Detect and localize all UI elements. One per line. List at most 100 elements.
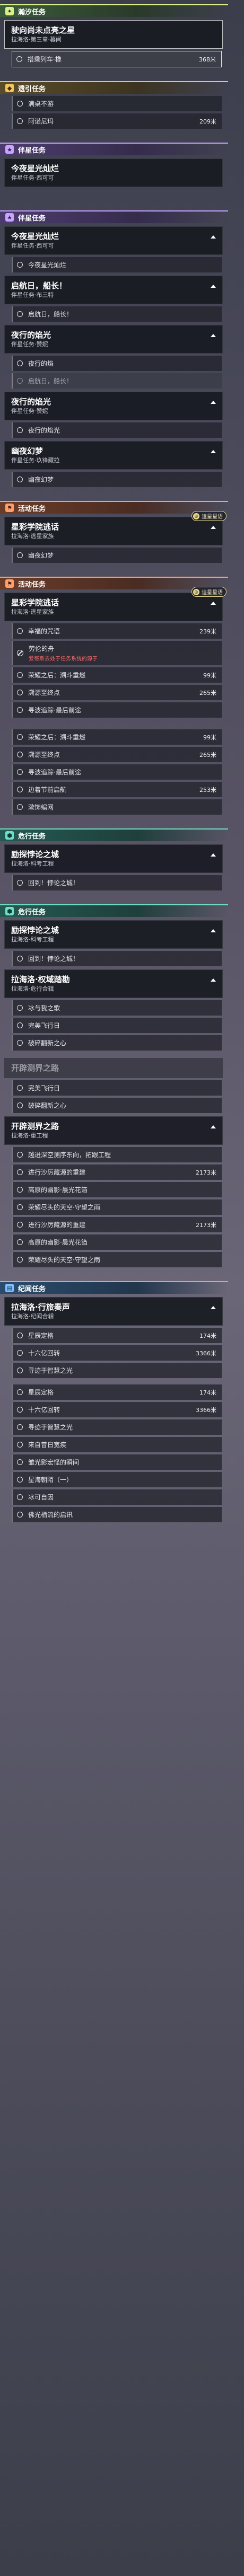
distance-label: 209米	[199, 118, 216, 125]
collapse-caret-icon[interactable]	[211, 526, 216, 529]
quest-title: 拉海洛·行旅奏声	[11, 1302, 70, 1312]
objective-item[interactable]: 满桌不游	[12, 96, 222, 111]
category-companion-quest[interactable]: ★ 伴星任务	[0, 208, 244, 223]
objective-circle-icon	[17, 1407, 23, 1413]
track-badge[interactable]: ◎ 追星星语	[191, 511, 226, 521]
quest-card[interactable]: 励探悖论之城 拉海洛·科考工程	[4, 844, 223, 873]
objective-circle-icon	[17, 101, 23, 107]
objective-item[interactable]: 十六亿回转 3366米	[12, 1345, 222, 1361]
collapse-caret-icon[interactable]	[211, 1125, 216, 1128]
objective-item[interactable]: 溯源至终点 265米	[12, 747, 222, 762]
objective-item[interactable]: 荣耀尽头的天空·守望之雨	[12, 1252, 222, 1267]
objective-item[interactable]: 荣耀之后：溯斗重燃 99米	[12, 667, 222, 683]
objective-item[interactable]: 星辰定格 174米	[12, 1384, 222, 1400]
collapse-caret-icon[interactable]	[211, 978, 216, 982]
objective-item[interactable]: 完美飞行日	[12, 1080, 222, 1096]
objective-text: 幽夜幻梦	[28, 552, 54, 559]
objective-item[interactable]: 夜行的焰光	[12, 422, 222, 438]
quest-card[interactable]: 今夜星光灿烂 伴星任务·西可可	[4, 158, 223, 187]
quest-card[interactable]: 启航日，船长！ 伴星任务·布三特	[4, 276, 223, 304]
shield-icon: ⬢	[5, 907, 14, 915]
objective-item[interactable]: 回到！悖论之城！	[12, 875, 222, 890]
category-hazard-quest[interactable]: ⬢ 危行任务	[0, 902, 244, 917]
quest-card[interactable]: 励探悖论之城 拉海洛·科考工程	[4, 920, 223, 949]
quest-title: 夜行的焰光	[11, 330, 51, 340]
objective-item[interactable]: 冰可自因	[12, 1489, 222, 1505]
track-badge[interactable]: ◎ 追星星语	[191, 587, 226, 597]
objective-circle-icon	[17, 787, 23, 792]
objective-item[interactable]: 冰与我之歌	[12, 1000, 222, 1016]
objective-item[interactable]: 完美飞行日	[12, 1018, 222, 1033]
quest-card[interactable]: 开辟测界之路	[4, 1058, 223, 1078]
objective-item[interactable]: 寻波追踪·最后前途	[12, 702, 222, 718]
objective-text: 冰与我之歌	[28, 1004, 60, 1012]
quest-subtitle: 拉海洛·纪闻合辑	[11, 1313, 54, 1320]
objective-item[interactable]: 幽夜幻梦	[12, 472, 222, 487]
objective-item-locked[interactable]: 劳伦的舟 爱哥斯去处于任务系统的源于	[12, 641, 222, 665]
objective-item[interactable]: 启航日，船长！	[12, 306, 222, 322]
quest-card[interactable]: 拉海洛·行旅奏声 拉海洛·纪闻合辑	[4, 1297, 223, 1326]
objective-item[interactable]: 进行沙厉藏源的重建 2173米	[12, 1217, 222, 1232]
quest-card[interactable]: 今夜星光灿烂 伴星任务·西可可	[4, 226, 223, 255]
collapse-caret-icon[interactable]	[211, 285, 216, 288]
objective-item[interactable]: 幽夜幻梦	[12, 548, 222, 563]
objective-item[interactable]: 启航日，船长！	[12, 373, 222, 389]
category-hazard-quest[interactable]: ⬢ 危行任务	[0, 826, 244, 841]
star-icon: ★	[5, 145, 14, 154]
quest-card[interactable]: 星彩学院逃话 拉海洛·逃星家族 ◎ 追星星语	[4, 587, 226, 621]
objective-item[interactable]: 高原的幽影·晨光花箔	[12, 1234, 222, 1250]
objective-circle-icon	[17, 1477, 23, 1483]
objective-item[interactable]: 佛光栖流的启讯	[12, 1507, 222, 1522]
quest-card[interactable]: 星彩学院逃话 拉海洛·逃星家族 ◎ 追星星语	[4, 511, 226, 545]
objective-circle-icon	[17, 1350, 23, 1356]
objective-circle-icon	[17, 1389, 23, 1395]
collapse-caret-icon[interactable]	[211, 853, 216, 857]
objective-item[interactable]: 夜行的焰	[12, 356, 222, 371]
objective-item[interactable]: 星海朝陌（一）	[12, 1472, 222, 1487]
objective-item[interactable]: 来自昔日宽疾	[12, 1437, 222, 1452]
category-companion-quest[interactable]: ★ 伴星任务	[0, 140, 244, 155]
objective-item[interactable]: 今夜星光灿烂	[12, 257, 222, 272]
distance-label: 2173米	[196, 1221, 216, 1229]
objective-item[interactable]: 越进深空测序东向，拓跟工程	[12, 1147, 222, 1162]
quest-card[interactable]: 夜行的焰光 伴星任务·赞妮	[4, 325, 223, 354]
objective-item[interactable]: 阿诺尼玛 209米	[12, 113, 222, 129]
objective-item[interactable]: 进行沙厉藏源的重建 2173米	[12, 1165, 222, 1180]
objective-text: 阿诺尼玛	[28, 118, 54, 125]
objective-item[interactable]: 寻波追踪·最后前途	[12, 764, 222, 780]
objective-item[interactable]: 雏光影宏怪的瞬间	[12, 1454, 222, 1470]
collapse-caret-icon[interactable]	[211, 401, 216, 404]
objective-item[interactable]: 荣耀尽头的天空·守望之雨	[12, 1199, 222, 1215]
objective-circle-icon	[17, 1494, 23, 1500]
quest-card[interactable]: 幽夜幻梦 伴星任务·玖锋藏拉	[4, 441, 223, 470]
objective-item[interactable]: 寻迹于智慧之光	[12, 1419, 222, 1435]
collapse-caret-icon[interactable]	[211, 929, 216, 932]
objective-item[interactable]: 十六亿回转 3366米	[12, 1402, 222, 1417]
objective-text: 荣耀之后：溯斗重燃	[28, 734, 86, 741]
quest-card[interactable]: 夜行的焰光 伴星任务·赞妮	[4, 392, 223, 420]
objective-item[interactable]: 破碎翻新之心	[12, 1098, 222, 1113]
quest-card[interactable]: 拉海洛·权域踏勘 拉海洛·危行合辑	[4, 969, 223, 998]
quest-card[interactable]: 驶向尚未点亮之星 拉海洛·第三章·暮间	[4, 20, 223, 49]
collapse-caret-icon[interactable]	[211, 334, 216, 337]
objective-item[interactable]: 漱饰编网	[12, 799, 222, 815]
objective-item[interactable]: 溯源至终点 265米	[12, 685, 222, 700]
objective-item[interactable]: 星辰定格 174米	[12, 1328, 222, 1343]
quest-card[interactable]: 开辟测界之路 拉海洛·重工程	[4, 1116, 223, 1145]
quest-subtitle: 伴星任务·布三特	[11, 292, 54, 298]
category-chronicle-quest[interactable]: ▤ 纪闻任务	[0, 1279, 244, 1294]
collapse-caret-icon[interactable]	[211, 450, 216, 453]
objective-item[interactable]: 荣耀之后：溯斗重燃 99米	[12, 729, 222, 745]
objective-item[interactable]: 搭乘列车·橡 368米	[12, 51, 222, 67]
collapse-caret-icon[interactable]	[211, 235, 216, 239]
objective-item[interactable]: 边着节前启航 253米	[12, 782, 222, 797]
objective-item[interactable]: 幸福的咒语 239米	[12, 623, 222, 639]
category-main-quest[interactable]: ✦ 瀚汐任务	[0, 2, 244, 17]
objective-item[interactable]: 寻迹于智慧之光	[12, 1363, 222, 1378]
collapse-caret-icon[interactable]	[211, 602, 216, 605]
objective-item[interactable]: 高原的幽影·晨光花箔	[12, 1182, 222, 1197]
objective-item[interactable]: 回到！悖论之城！	[12, 951, 222, 966]
objective-item[interactable]: 破碎翻新之心	[12, 1035, 222, 1051]
collapse-caret-icon[interactable]	[211, 1306, 216, 1309]
category-relay-quest[interactable]: ◆ 遗引任务	[0, 79, 244, 94]
